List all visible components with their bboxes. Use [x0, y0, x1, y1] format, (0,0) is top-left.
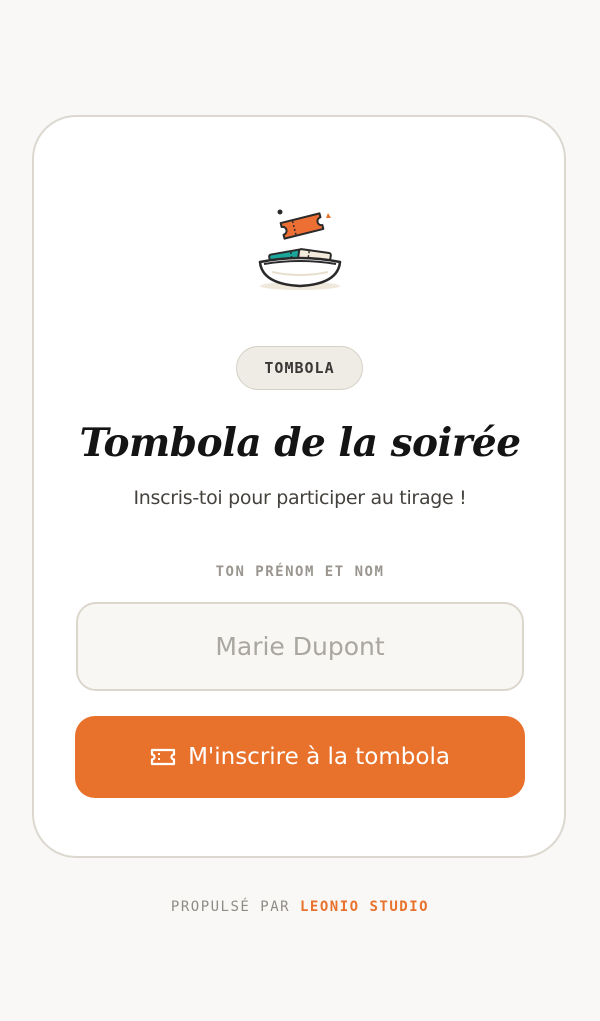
badge-label: TOMBOLA: [264, 359, 335, 377]
full-name-input[interactable]: [76, 602, 524, 691]
tombola-badge: TOMBOLA: [236, 346, 363, 390]
name-field-label: TON PRÉNOM ET NOM: [215, 564, 385, 580]
powered-by-footer: PROPULSÉ PAR LEONIO STUDIO: [0, 899, 600, 915]
ticket-icon: [150, 747, 176, 767]
brand-link[interactable]: LEONIO STUDIO: [300, 899, 429, 915]
powered-by-prefix: PROPULSÉ PAR: [170, 899, 291, 915]
ticket-bowl-icon: [252, 204, 348, 294]
register-button[interactable]: M'inscrire à la tombola: [75, 716, 525, 798]
register-button-label: M'inscrire à la tombola: [188, 744, 450, 770]
page-title: Tombola de la soirée: [79, 420, 521, 466]
page-subtitle: Inscris-toi pour participer au tirage !: [133, 487, 467, 509]
